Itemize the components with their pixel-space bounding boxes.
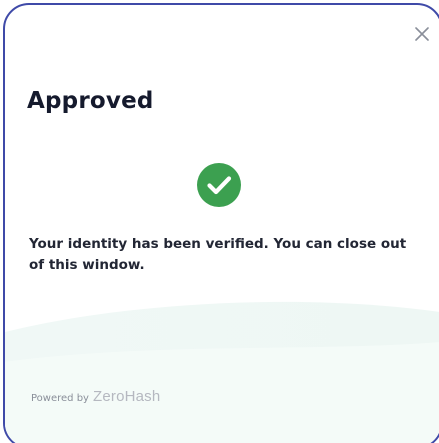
modal-title: Approved xyxy=(27,88,154,114)
verification-modal: Approved Your identity has been verified… xyxy=(3,3,439,443)
close-icon xyxy=(415,27,429,41)
close-button[interactable] xyxy=(410,22,434,46)
powered-by-label: Powered by xyxy=(31,393,89,404)
brand-logo: ZeroHash xyxy=(92,388,161,405)
check-circle-icon xyxy=(197,163,241,207)
powered-by-footer: Powered by ZeroHash xyxy=(31,388,160,405)
verification-message: Your identity has been verified. You can… xyxy=(29,236,407,273)
page-container: Approved Your identity has been verified… xyxy=(0,0,439,443)
background-wave xyxy=(5,301,439,443)
